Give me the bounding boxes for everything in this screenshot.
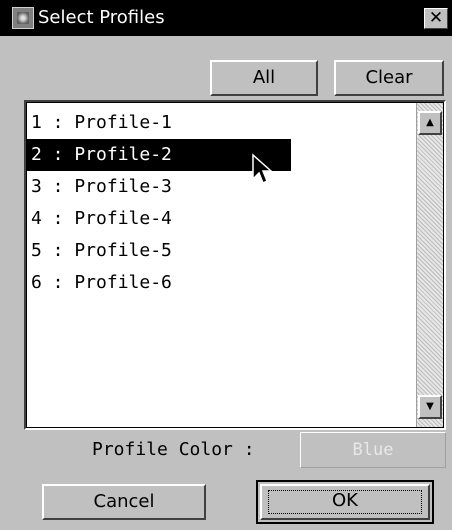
list-item[interactable]: 1 : Profile-1: [27, 107, 291, 139]
focus-rectangle: [268, 490, 422, 514]
list-item[interactable]: 6 : Profile-6: [27, 267, 291, 299]
profile-color-label: Profile Color :: [92, 439, 255, 460]
ok-button[interactable]: OK: [256, 480, 434, 524]
title-bar: Select Profiles ✕: [0, 0, 452, 36]
all-button[interactable]: All: [210, 60, 318, 96]
dialog-title: Select Profiles: [38, 7, 165, 28]
profile-items: 1 : Profile-1 2 : Profile-2 3 : Profile-…: [27, 107, 407, 299]
mouse-pointer-icon: [252, 153, 273, 185]
scroll-down-button[interactable]: ▼: [418, 395, 442, 419]
app-icon: [12, 7, 34, 29]
scroll-down-icon: ▼: [426, 401, 434, 412]
list-item[interactable]: 4 : Profile-4: [27, 203, 291, 235]
scroll-up-icon: ▲: [426, 117, 434, 128]
cancel-button[interactable]: Cancel: [42, 484, 206, 520]
clear-button[interactable]: Clear: [334, 60, 444, 96]
list-item[interactable]: 5 : Profile-5: [27, 235, 291, 267]
vertical-scrollbar[interactable]: ▲ ▼: [416, 103, 443, 427]
scroll-up-button[interactable]: ▲: [418, 111, 442, 135]
close-button[interactable]: ✕: [424, 8, 448, 29]
close-icon: ✕: [428, 8, 444, 28]
profile-list[interactable]: 1 : Profile-1 2 : Profile-2 3 : Profile-…: [24, 100, 446, 430]
profile-color-field: Blue: [300, 432, 446, 468]
